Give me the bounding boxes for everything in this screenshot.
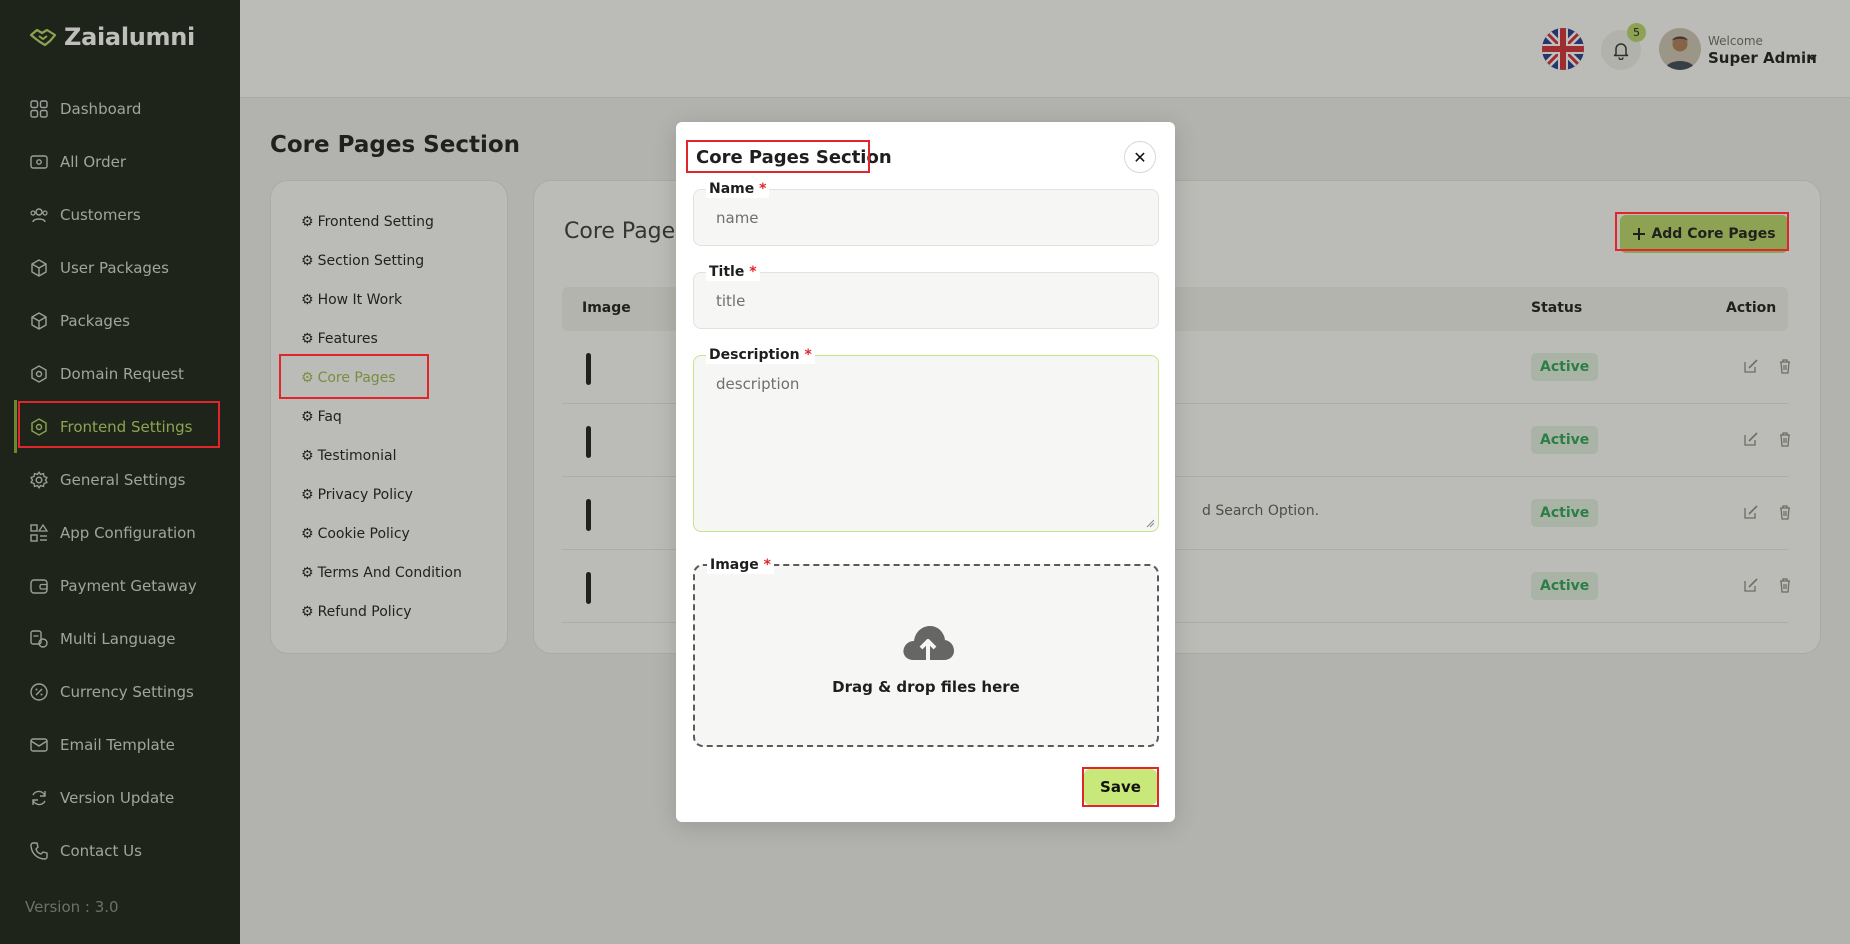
cloud-upload-icon xyxy=(903,626,954,660)
close-icon: ✕ xyxy=(1133,147,1147,167)
dropzone-text: Drag & drop files here xyxy=(832,678,1020,696)
close-button[interactable]: ✕ xyxy=(1124,141,1156,173)
name-placeholder: name xyxy=(716,209,759,227)
modal-title: Core Pages Section xyxy=(696,147,892,168)
name-input[interactable]: Name * name xyxy=(693,180,1159,246)
title-placeholder: title xyxy=(716,292,746,310)
title-label: Title * xyxy=(706,263,760,281)
resize-handle-icon[interactable] xyxy=(1145,518,1155,528)
name-label: Name * xyxy=(706,180,770,198)
description-placeholder: description xyxy=(716,375,800,393)
description-textarea[interactable]: Description * description xyxy=(693,346,1159,532)
title-input[interactable]: Title * title xyxy=(693,263,1159,329)
core-pages-modal: Core Pages Section ✕ Name * name Title *… xyxy=(676,122,1175,822)
save-button[interactable]: Save xyxy=(1084,769,1157,805)
image-dropzone[interactable]: Image * Drag & drop files here xyxy=(693,556,1159,747)
description-label: Description * xyxy=(706,346,815,364)
image-label: Image * xyxy=(707,556,774,574)
